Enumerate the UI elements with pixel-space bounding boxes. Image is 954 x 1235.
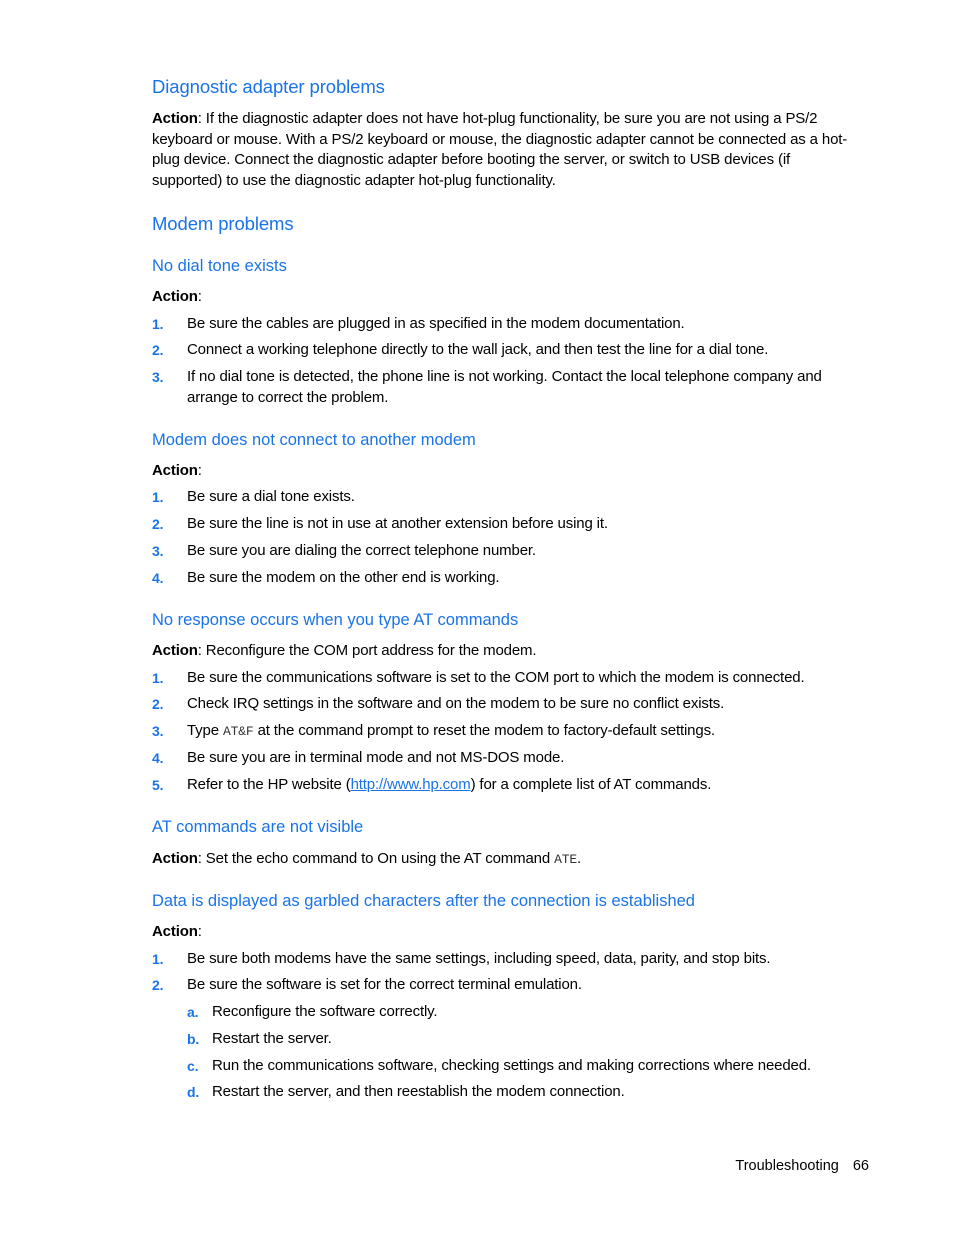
page-number: 66 bbox=[852, 1158, 869, 1174]
no-response-action: Action: Reconfigure the COM port address… bbox=[152, 641, 860, 662]
list-text: Be sure both modems have the same settin… bbox=[187, 950, 771, 967]
list-number: 5. bbox=[152, 777, 164, 793]
sub-list-item: a. Reconfigure the software correctly. bbox=[187, 1002, 862, 1023]
list-text: Be sure the modem on the other end is wo… bbox=[187, 569, 500, 586]
sub-list-text: Restart the server. bbox=[212, 1030, 332, 1047]
heading-garbled-data: Data is displayed as garbled characters … bbox=[152, 892, 695, 910]
list-text: Be sure the line is not in use at anothe… bbox=[187, 515, 608, 532]
sub-list-letter: c. bbox=[187, 1058, 199, 1074]
action-text: : If the diagnostic adapter does not hav… bbox=[152, 110, 848, 190]
list-item: 1. Be sure a dial tone exists. bbox=[152, 487, 862, 508]
hp-website-link[interactable]: http://www.hp.com bbox=[351, 776, 471, 793]
action-label: Action bbox=[152, 288, 198, 305]
action-label: Action bbox=[152, 462, 198, 479]
list-text: Be sure the cables are plugged in as spe… bbox=[187, 315, 685, 332]
list-number: 4. bbox=[152, 570, 164, 586]
list-text: Check IRQ settings in the software and o… bbox=[187, 695, 725, 712]
list-item: 2. Check IRQ settings in the software and… bbox=[152, 694, 862, 715]
diagnostic-action-paragraph: Action: If the diagnostic adapter does n… bbox=[152, 109, 860, 192]
text-segment: Refer to the HP website ( bbox=[187, 776, 351, 793]
list-item: 3. Type AT&F at the command prompt to res… bbox=[152, 721, 862, 743]
heading-no-response-at: No response occurs when you type AT comm… bbox=[152, 611, 519, 629]
action-end: . bbox=[577, 850, 582, 867]
at-command-code: AT&F bbox=[222, 724, 254, 739]
sub-list-item: b. Restart the server. bbox=[187, 1029, 862, 1050]
heading-modem-no-connect: Modem does not connect to another modem bbox=[152, 431, 476, 449]
list-number: 2. bbox=[152, 516, 164, 532]
list-text: Type AT&F at the command prompt to reset… bbox=[187, 721, 862, 743]
list-item: 4. Be sure you are in terminal mode and n… bbox=[152, 748, 862, 769]
garbled-action: Action: bbox=[152, 922, 860, 943]
list-text: Be sure a dial tone exists. bbox=[187, 488, 355, 505]
text-segment: at the command prompt to reset the modem… bbox=[253, 722, 716, 739]
sub-list-item: c. Run the communications software, check… bbox=[187, 1056, 862, 1077]
list-text: Be sure you are dialing the correct tele… bbox=[187, 542, 536, 559]
list-number: 1. bbox=[152, 951, 164, 967]
list-number: 2. bbox=[152, 977, 164, 993]
list-item: 2. Be sure the software is set for the co… bbox=[152, 975, 862, 996]
list-number: 1. bbox=[152, 316, 164, 332]
action-suffix: : bbox=[197, 462, 202, 479]
text-segment: Type bbox=[187, 722, 223, 739]
action-suffix: : bbox=[197, 923, 202, 940]
list-item: 5. Refer to the HP website (http://www.hp… bbox=[152, 775, 862, 796]
text-segment: ) for a complete list of AT commands. bbox=[470, 776, 712, 793]
action-label: Action bbox=[152, 110, 198, 127]
list-text: Connect a working telephone directly to … bbox=[187, 341, 769, 358]
list-item: 1. Be sure both modems have the same sett… bbox=[152, 949, 862, 970]
list-number: 3. bbox=[152, 369, 164, 385]
list-number: 2. bbox=[152, 696, 164, 712]
list-item: 3. If no dial tone is detected, the phone… bbox=[152, 367, 862, 408]
list-text: Be sure you are in terminal mode and not… bbox=[187, 749, 565, 766]
action-text: : Set the echo command to On using the A… bbox=[197, 850, 555, 867]
sub-list-letter: d. bbox=[187, 1084, 200, 1100]
list-item: 2. Be sure the line is not in use at anot… bbox=[152, 514, 862, 535]
list-item: 2. Connect a working telephone directly t… bbox=[152, 340, 862, 361]
list-item: 3. Be sure you are dialing the correct te… bbox=[152, 541, 862, 562]
list-item: 1. Be sure the cables are plugged in as s… bbox=[152, 314, 862, 335]
footer-section-name: Troubleshooting bbox=[735, 1158, 839, 1174]
list-text: Be sure the communications software is s… bbox=[187, 669, 805, 686]
page-footer: Troubleshooting 66 bbox=[735, 1158, 869, 1174]
list-number: 1. bbox=[152, 489, 164, 505]
list-number: 3. bbox=[152, 723, 164, 739]
action-text: : Reconfigure the COM port address for t… bbox=[197, 642, 537, 659]
sub-list-text: Reconfigure the software correctly. bbox=[212, 1003, 438, 1020]
sub-list-item: d. Restart the server, and then reestabli… bbox=[187, 1082, 862, 1103]
no-connect-action: Action: bbox=[152, 461, 860, 482]
list-text: Be sure the software is set for the corr… bbox=[187, 976, 582, 993]
heading-no-dial-tone: No dial tone exists bbox=[152, 257, 287, 275]
action-label: Action bbox=[152, 642, 198, 659]
sub-list-letter: a. bbox=[187, 1004, 199, 1020]
list-text: If no dial tone is detected, the phone l… bbox=[187, 368, 822, 406]
heading-at-not-visible: AT commands are not visible bbox=[152, 818, 364, 836]
action-label: Action bbox=[152, 850, 198, 867]
heading-diagnostic-adapter-problems: Diagnostic adapter problems bbox=[152, 76, 385, 97]
list-text: Refer to the HP website (http://www.hp.c… bbox=[187, 775, 862, 796]
list-number: 1. bbox=[152, 670, 164, 686]
sub-list-letter: b. bbox=[187, 1031, 200, 1047]
at-command-code: ATE bbox=[554, 852, 578, 867]
list-item: 4. Be sure the modem on the other end is … bbox=[152, 568, 862, 589]
list-number: 3. bbox=[152, 543, 164, 559]
heading-modem-problems: Modem problems bbox=[152, 213, 294, 234]
list-number: 4. bbox=[152, 750, 164, 766]
sub-list-text: Restart the server, and then reestablish… bbox=[212, 1083, 625, 1100]
no-dial-tone-action: Action: bbox=[152, 287, 860, 308]
not-visible-action: Action: Set the echo command to On using… bbox=[152, 849, 860, 871]
list-item: 1. Be sure the communications software is… bbox=[152, 668, 862, 689]
action-label: Action bbox=[152, 923, 198, 940]
list-number: 2. bbox=[152, 342, 164, 358]
sub-list-text: Run the communications software, checkin… bbox=[212, 1057, 811, 1074]
action-suffix: : bbox=[197, 288, 202, 305]
